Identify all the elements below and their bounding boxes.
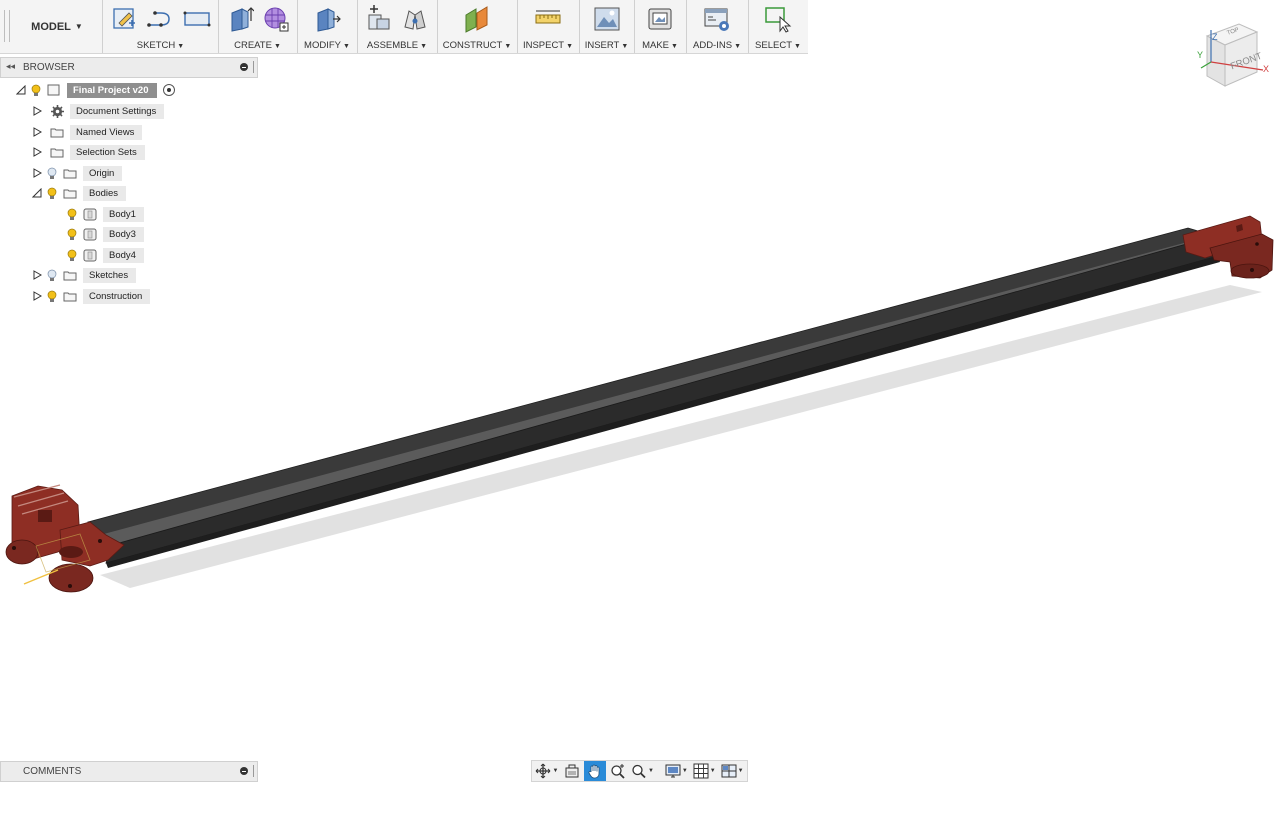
folder-icon <box>63 290 77 302</box>
visibility-bulb-off-icon[interactable] <box>46 166 58 180</box>
tree-item-bodies[interactable]: Bodies <box>31 185 127 201</box>
tree-item-named-views[interactable]: Named Views <box>31 124 143 140</box>
collapsed-triangle-icon[interactable] <box>31 127 42 138</box>
visibility-bulb-icon[interactable] <box>66 207 78 221</box>
tree-item-label[interactable]: Body1 <box>103 206 144 222</box>
pan-hand-icon <box>588 764 600 779</box>
body-icon <box>83 208 97 220</box>
display-settings-icon <box>665 764 681 778</box>
body-icon <box>83 228 97 240</box>
tree-item-label[interactable]: Body3 <box>103 226 144 242</box>
collapsed-triangle-icon[interactable] <box>31 168 42 179</box>
collapsed-triangle-icon[interactable] <box>31 106 42 117</box>
body-icon <box>83 249 97 261</box>
tree-item-label[interactable]: Sketches <box>83 267 137 283</box>
zoom-button[interactable] <box>608 761 628 781</box>
rail-shadow <box>100 285 1262 588</box>
tree-root[interactable]: Final Project v20 <box>15 82 175 98</box>
tree-item-label[interactable]: Body4 <box>103 247 144 263</box>
tree-root-label[interactable]: Final Project v20 <box>67 82 157 98</box>
tree-item-body1[interactable]: Body1 <box>66 206 144 222</box>
model-viewport[interactable] <box>0 0 1277 822</box>
zoom-icon <box>610 764 625 779</box>
navigation-bar: ▼ ▼ ▼ ▼ ▼ <box>531 760 748 782</box>
tree-item-origin[interactable]: Origin <box>31 165 123 181</box>
look-at-icon <box>565 764 579 778</box>
display-settings-button[interactable]: ▼ <box>663 761 689 781</box>
collapsed-triangle-icon[interactable] <box>31 291 42 302</box>
visibility-bulb-off-icon[interactable] <box>46 268 58 282</box>
activate-component-radio[interactable] <box>162 84 175 96</box>
document-icon <box>47 84 61 96</box>
tree-item-label[interactable]: Selection Sets <box>70 144 145 160</box>
look-at-button[interactable] <box>562 761 582 781</box>
folder-icon <box>63 187 77 199</box>
folder-icon <box>50 146 64 158</box>
folder-icon <box>63 167 77 179</box>
grid-icon <box>693 763 709 779</box>
rail-body[interactable] <box>87 227 1220 568</box>
comments-title: COMMENTS <box>23 766 82 777</box>
collapsed-triangle-icon[interactable] <box>31 147 42 158</box>
zoom-window-icon <box>632 764 646 779</box>
orbit-icon <box>536 763 551 779</box>
pin-panel-icon[interactable] <box>240 63 248 71</box>
panel-resize-handle[interactable] <box>253 765 256 777</box>
folder-icon <box>63 269 77 281</box>
gear-icon <box>50 104 64 118</box>
tree-item-body4[interactable]: Body4 <box>66 247 144 263</box>
panel-resize-handle[interactable] <box>253 61 256 73</box>
collapse-panel-icon[interactable]: ◂◂ <box>6 61 15 72</box>
visibility-bulb-icon[interactable] <box>46 186 58 200</box>
expanded-triangle-icon[interactable] <box>15 85 26 96</box>
browser-header: ◂◂ BROWSER <box>0 57 258 78</box>
orbit-button[interactable]: ▼ <box>534 761 560 781</box>
collapsed-triangle-icon[interactable] <box>31 270 42 281</box>
tree-item-body3[interactable]: Body3 <box>66 226 144 242</box>
browser-title: BROWSER <box>23 62 75 73</box>
tree-item-label[interactable]: Origin <box>83 165 123 181</box>
tree-item-construction[interactable]: Construction <box>31 288 151 304</box>
viewports-button[interactable]: ▼ <box>719 761 745 781</box>
tree-item-sketches[interactable]: Sketches <box>31 267 137 283</box>
folder-icon <box>50 126 64 138</box>
visibility-bulb-icon[interactable] <box>66 248 78 262</box>
fit-button[interactable]: ▼ <box>630 761 656 781</box>
pan-button[interactable] <box>583 761 606 781</box>
right-end-bracket[interactable] <box>1182 215 1274 279</box>
tree-item-document-settings[interactable]: Document Settings <box>31 103 165 119</box>
visibility-bulb-icon[interactable] <box>30 83 42 97</box>
visibility-bulb-icon[interactable] <box>46 289 58 303</box>
expanded-triangle-icon[interactable] <box>31 188 42 199</box>
tree-item-selection-sets[interactable]: Selection Sets <box>31 144 145 160</box>
visibility-bulb-icon[interactable] <box>66 227 78 241</box>
add-comment-icon[interactable] <box>240 767 248 775</box>
tree-item-label[interactable]: Named Views <box>70 124 143 140</box>
tree-item-label[interactable]: Document Settings <box>70 103 165 119</box>
tree-item-label[interactable]: Bodies <box>83 185 127 201</box>
viewports-icon <box>721 764 737 778</box>
comments-header[interactable]: COMMENTS <box>0 761 258 782</box>
grid-snaps-button[interactable]: ▼ <box>691 761 717 781</box>
tree-item-label[interactable]: Construction <box>83 288 151 304</box>
